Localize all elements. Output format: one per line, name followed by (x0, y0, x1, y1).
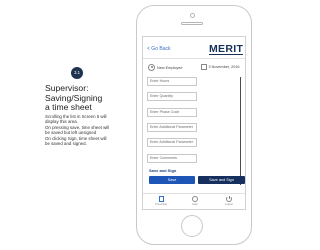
power-icon (226, 195, 232, 202)
annotation-title: Supervisor: Saving/Signing a time sheet (45, 83, 125, 113)
quantity-input[interactable] (147, 92, 197, 101)
logo-underline (209, 54, 243, 56)
tab-label: Help (192, 203, 198, 206)
comments-input[interactable] (147, 154, 197, 163)
home-button[interactable] (181, 215, 203, 237)
employee-selector[interactable]: New Employee (148, 64, 183, 71)
annotation-line: be saved and signed. (45, 141, 87, 147)
annotation-description: Scrolling the list in Screen 5 will disp… (45, 114, 135, 146)
tab-label: Timesheet (154, 203, 167, 206)
save-button[interactable]: Save (149, 176, 195, 184)
step-badge: 3.1 (71, 67, 83, 79)
tab-help[interactable]: Help (185, 196, 205, 206)
timesheet-form: Save and Sign Save Save and Sign (147, 77, 245, 193)
date-text: 3 November, 2016 (208, 64, 240, 69)
speaker-grille (181, 22, 203, 25)
header-divider (143, 58, 245, 59)
phone-screen: < Go Back MERIT New Employee 3 November,… (142, 36, 246, 210)
additional-parameter-2-input[interactable] (147, 138, 197, 147)
hours-input[interactable] (147, 77, 197, 86)
annotation-title-line: a time sheet (45, 102, 92, 113)
save-and-sign-button[interactable]: Save and Sign (198, 176, 245, 184)
user-icon (148, 64, 155, 71)
scrollbar[interactable] (240, 77, 242, 185)
back-button[interactable]: < Go Back (147, 46, 170, 52)
tab-timesheet[interactable]: Timesheet (151, 196, 171, 206)
tab-logout[interactable]: Logout (219, 195, 239, 206)
save-and-sign-heading: Save and Sign (149, 168, 177, 173)
additional-parameter-1-input[interactable] (147, 123, 197, 132)
date-selector[interactable]: 3 November, 2016 (201, 64, 240, 70)
document-icon (158, 196, 164, 202)
phase-code-input[interactable] (147, 108, 197, 117)
calendar-icon (201, 64, 207, 70)
help-icon (192, 196, 198, 202)
camera-icon (190, 13, 195, 18)
employee-name: New Employee (157, 65, 183, 70)
tab-label: Logout (225, 203, 233, 206)
bottom-tab-bar: Timesheet Help Logout (143, 193, 245, 209)
